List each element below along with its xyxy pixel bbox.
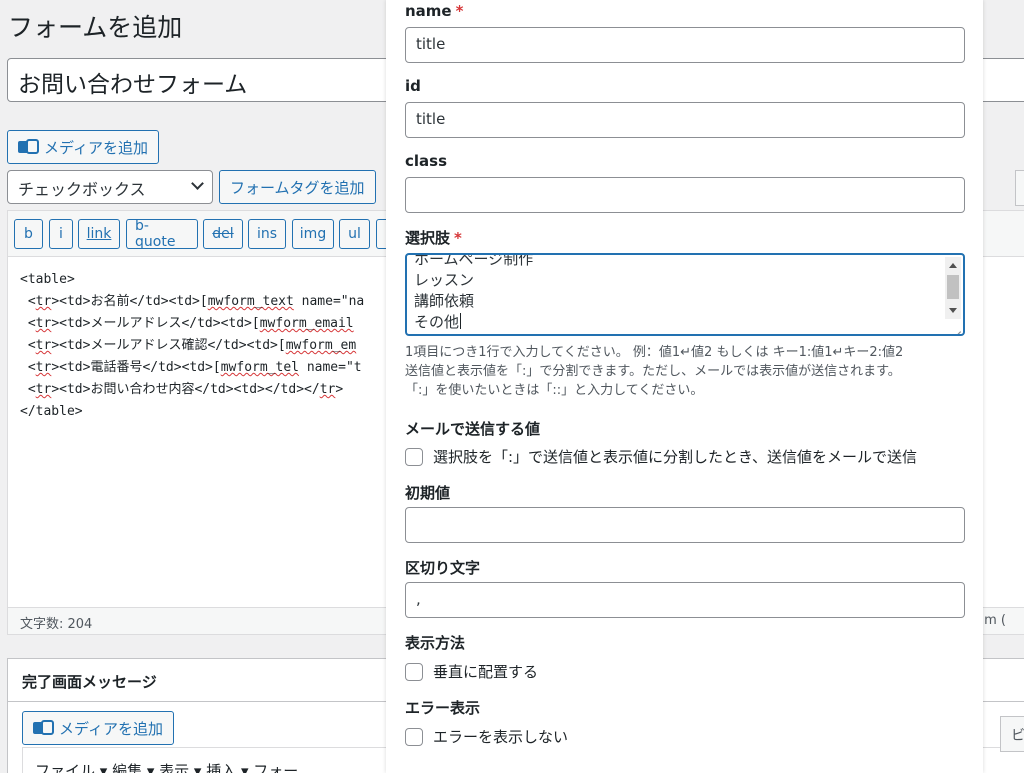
choice-line: レッスン (414, 271, 475, 289)
error-display-label: エラー表示 (405, 699, 481, 717)
mail-value-label: メールで送信する値 (405, 420, 541, 438)
scroll-thumb[interactable] (947, 275, 959, 299)
vertical-checkbox[interactable] (405, 662, 423, 681)
choice-line: 講師依頼 (414, 292, 475, 310)
qt-img-button[interactable]: img (292, 219, 334, 249)
media-icon (18, 139, 39, 155)
code-line: <tr><td>お問い合わせ内容</td><td></td></tr> (20, 382, 344, 397)
page-title: フォームを追加 (8, 13, 183, 42)
choice-line: ホームページ制作 (414, 253, 534, 268)
initial-value-input[interactable] (405, 507, 965, 543)
word-count: 文字数: 204 (20, 617, 93, 632)
code-line: <tr><td>お名前</td><td>[mwform_text name="n… (20, 294, 365, 309)
choices-label: 選択肢 * (405, 229, 462, 247)
add-media-label: メディアを追加 (59, 719, 163, 738)
id-input[interactable]: title (405, 102, 965, 138)
initial-value-label: 初期値 (405, 484, 451, 502)
qt-link-button[interactable]: link (78, 219, 120, 249)
qt-ins-button[interactable]: ins (248, 219, 286, 249)
class-input[interactable] (405, 177, 965, 213)
scroll-up-icon[interactable] (949, 263, 957, 268)
code-line: <table> (20, 272, 75, 287)
add-form-tag-button[interactable]: フォームタグを追加 (219, 170, 376, 204)
hide-error-checkbox-label: エラーを表示しない (433, 728, 569, 746)
hide-error-option[interactable]: エラーを表示しない (405, 726, 568, 747)
qt-ul-button[interactable]: ul (339, 219, 370, 249)
separator-label: 区切り文字 (405, 559, 481, 577)
code-line: <tr><td>電話番号</td><td>[mwform_tel name="t (20, 360, 362, 375)
choices-lines: ホームページ制作 レッスン 講師依頼 その他 (414, 253, 534, 333)
add-media-button-2[interactable]: メディアを追加 (22, 711, 174, 745)
resize-handle-icon[interactable] (951, 322, 961, 332)
code-line: <tr><td>メールアドレス</td><td>[mwform_email (20, 316, 354, 331)
code-content: <table> <tr><td>お名前</td><td>[mwform_text… (20, 269, 364, 423)
vertical-checkbox-label: 垂直に配置する (433, 663, 539, 681)
name-label: name * (405, 2, 464, 20)
textarea-scrollbar[interactable] (945, 257, 961, 319)
visual-tab[interactable]: ビ (1000, 716, 1024, 752)
choices-textarea[interactable]: ホームページ制作 レッスン 講師依頼 その他 (405, 253, 965, 336)
separator-input[interactable]: , (405, 582, 965, 618)
text-caret (460, 313, 462, 329)
form-tag-dialog: name * title id title class 選択肢 * ホームページ制作… (386, 0, 983, 773)
code-line: <tr><td>メールアドレス確認</td><td>[mwform_em (20, 338, 357, 353)
add-media-label: メディアを追加 (44, 138, 148, 157)
add-media-button[interactable]: メディアを追加 (7, 130, 159, 164)
media-icon (33, 720, 54, 736)
hide-error-checkbox[interactable] (405, 727, 423, 746)
choice-line: その他 (414, 313, 462, 331)
code-line: </table> (20, 404, 83, 419)
qt-bold-button[interactable]: b (14, 219, 43, 249)
scroll-down-icon[interactable] (949, 308, 957, 313)
mail-value-checkbox[interactable] (405, 447, 423, 466)
qt-del-button[interactable]: del (203, 219, 243, 249)
panel-title: 完了画面メッセージ (22, 673, 157, 691)
choices-help-text: 1項目につき1行で入力してください。 例：値1↵値2 もしくは キー1:値1↵キ… (405, 345, 904, 398)
qt-italic-button[interactable]: i (49, 219, 73, 249)
name-input[interactable]: title (405, 27, 965, 63)
chevron-down-icon (191, 177, 204, 190)
id-label: id (405, 77, 421, 95)
mail-value-checkbox-label: 選択肢を「:」で送信値と表示値に分割したとき、送信値をメールで送信 (433, 448, 918, 466)
qt-bquote-button[interactable]: b-quote (126, 218, 198, 250)
form-tag-select[interactable]: チェックボックス (7, 170, 213, 204)
mail-value-option[interactable]: 選択肢を「:」で送信値と表示値に分割したとき、送信値をメールで送信 (405, 446, 917, 467)
side-panel-box (1015, 170, 1024, 206)
display-method-label: 表示方法 (405, 634, 466, 652)
vertical-option[interactable]: 垂直に配置する (405, 661, 538, 682)
class-label: class (405, 152, 448, 170)
form-tag-select-value: チェックボックス (18, 180, 146, 199)
